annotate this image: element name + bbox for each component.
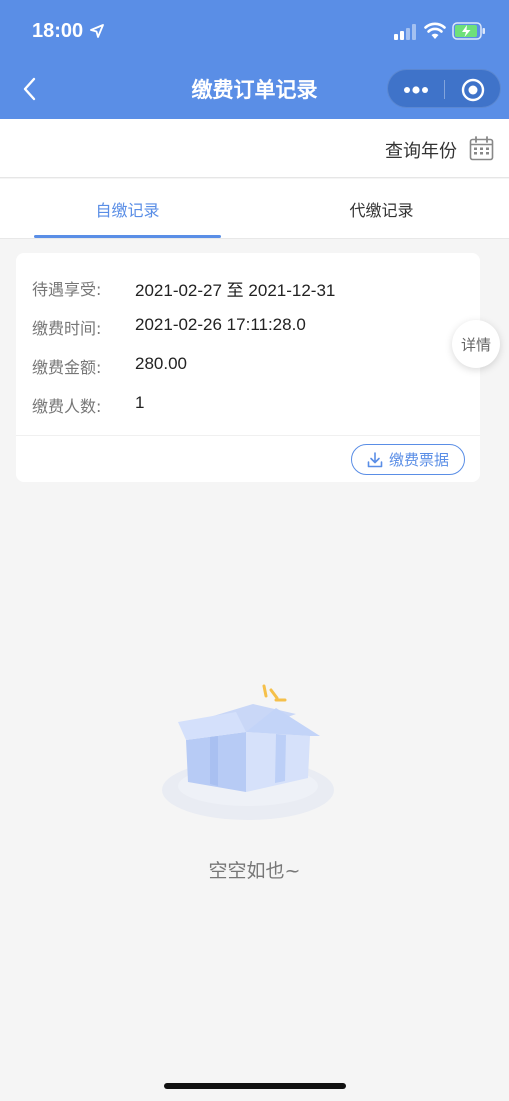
record-value: 1 [135, 393, 145, 412]
home-indicator [164, 1083, 346, 1089]
wifi-icon [424, 22, 446, 39]
battery-charging-icon [452, 22, 485, 40]
signal-icon [394, 24, 416, 40]
calendar-icon[interactable] [469, 136, 494, 161]
nav-bar: 缴费订单记录 [0, 60, 509, 119]
tab-agent-payment[interactable]: 代缴记录 [288, 179, 475, 239]
empty-state-text: 空空如也~ [208, 860, 301, 882]
tab-self-payment[interactable]: 自缴记录 [34, 179, 221, 239]
active-tab-indicator [34, 235, 221, 238]
detail-button[interactable]: 详情 [452, 320, 500, 368]
record-key: 缴费时间: [32, 319, 102, 338]
status-bar: 18:00 [0, 0, 509, 60]
status-time: 18:00 [32, 20, 84, 42]
query-year-row: 查询年份 [0, 119, 509, 178]
query-year-button[interactable]: 查询年份 [385, 137, 457, 163]
target-close-icon [461, 78, 485, 101]
location-arrow-icon [90, 24, 104, 38]
record-key: 待遇享受: [32, 280, 102, 299]
payment-receipt-label: 缴费票据 [388, 451, 449, 469]
mini-program-capsule [387, 69, 501, 108]
payment-record-card: 待遇享受: 2021-02-27 至 2021-12-31 缴费时间: 2021… [16, 253, 480, 482]
record-value: 280.00 [135, 354, 187, 373]
more-button[interactable] [388, 70, 444, 109]
empty-box-icon [162, 684, 334, 820]
card-divider [16, 435, 480, 436]
close-button[interactable] [445, 70, 501, 109]
record-key: 缴费人数: [32, 397, 102, 416]
record-key: 缴费金额: [32, 358, 102, 377]
tab-bar: 自缴记录 代缴记录 [0, 179, 509, 239]
payment-receipt-button[interactable]: 缴费票据 [351, 444, 465, 475]
record-value: 2021-02-26 17:11:28.0 [135, 315, 306, 334]
record-value: 2021-02-27 至 2021-12-31 [135, 281, 336, 300]
more-dots-icon [404, 85, 428, 94]
download-icon [367, 451, 383, 467]
